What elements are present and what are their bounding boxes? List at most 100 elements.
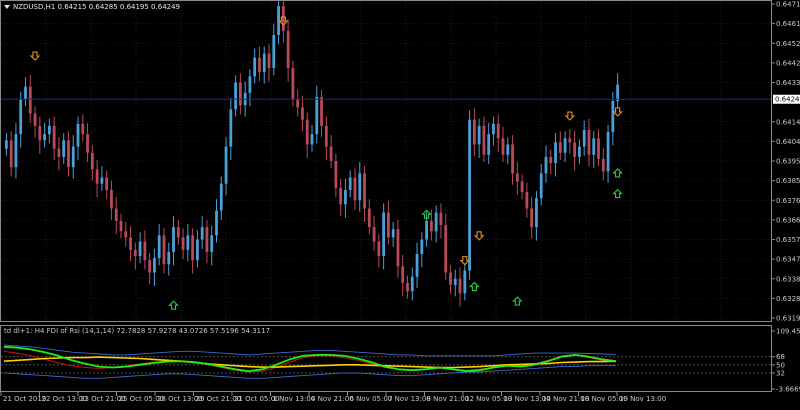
candle[interactable]: [143, 230, 147, 270]
candle[interactable]: [57, 137, 61, 171]
dropdown-triangle-icon[interactable]: [4, 5, 10, 9]
candle[interactable]: [396, 219, 400, 278]
candle[interactable]: [372, 215, 376, 251]
candle[interactable]: [71, 135, 75, 179]
candle[interactable]: [52, 116, 56, 160]
candle[interactable]: [520, 174, 524, 200]
candle[interactable]: [344, 178, 347, 218]
candle[interactable]: [296, 89, 300, 117]
candle[interactable]: [329, 135, 333, 169]
candle[interactable]: [81, 114, 85, 142]
candle[interactable]: [195, 230, 199, 268]
candle[interactable]: [535, 190, 538, 241]
candle[interactable]: [191, 228, 195, 274]
candle[interactable]: [215, 199, 218, 243]
candle[interactable]: [563, 131, 567, 163]
candle[interactable]: [492, 116, 495, 146]
candle[interactable]: [525, 182, 529, 218]
candle[interactable]: [76, 116, 80, 160]
candle[interactable]: [43, 122, 46, 148]
candle[interactable]: [24, 77, 27, 107]
candle[interactable]: [348, 170, 352, 198]
candle[interactable]: [425, 211, 429, 247]
candle[interactable]: [262, 46, 266, 84]
candle[interactable]: [234, 75, 237, 117]
candle[interactable]: [401, 254, 405, 297]
candle[interactable]: [320, 89, 323, 138]
candle[interactable]: [453, 269, 457, 297]
candle[interactable]: [573, 131, 577, 171]
candle[interactable]: [9, 131, 13, 177]
candle[interactable]: [458, 267, 462, 307]
candle[interactable]: [62, 133, 66, 165]
candle[interactable]: [582, 120, 586, 156]
candle[interactable]: [86, 122, 89, 163]
candle[interactable]: [415, 242, 419, 289]
candle[interactable]: [554, 133, 557, 177]
candle[interactable]: [286, 19, 290, 82]
candle[interactable]: [253, 48, 257, 84]
candle[interactable]: [601, 147, 605, 181]
candle[interactable]: [324, 116, 328, 160]
candle[interactable]: [496, 114, 500, 152]
candle[interactable]: [597, 128, 600, 167]
candle[interactable]: [281, 0, 285, 43]
candle[interactable]: [530, 197, 534, 239]
candle[interactable]: [38, 116, 42, 154]
candle[interactable]: [95, 159, 99, 198]
candle[interactable]: [391, 221, 395, 247]
candle[interactable]: [14, 122, 18, 179]
candle[interactable]: [406, 275, 409, 299]
candle[interactable]: [272, 23, 276, 76]
candle[interactable]: [382, 203, 386, 270]
candle[interactable]: [19, 91, 23, 148]
candle[interactable]: [606, 124, 610, 183]
candle[interactable]: [434, 205, 438, 243]
candle[interactable]: [114, 197, 118, 235]
candle[interactable]: [210, 226, 214, 266]
candle[interactable]: [515, 162, 519, 196]
candle[interactable]: [219, 176, 223, 220]
candle[interactable]: [105, 170, 109, 200]
candle[interactable]: [449, 265, 452, 295]
candle[interactable]: [611, 91, 615, 146]
candle[interactable]: [482, 116, 486, 163]
candle[interactable]: [138, 232, 142, 264]
candle[interactable]: [33, 106, 37, 138]
candle[interactable]: [200, 215, 204, 249]
candle[interactable]: [124, 221, 128, 247]
candle[interactable]: [339, 178, 343, 216]
candle[interactable]: [301, 95, 304, 132]
candle[interactable]: [363, 166, 366, 222]
candle[interactable]: [367, 199, 371, 235]
candle[interactable]: [176, 219, 180, 245]
candle[interactable]: [181, 228, 185, 260]
candle[interactable]: [501, 126, 505, 163]
candle[interactable]: [167, 242, 171, 276]
candle[interactable]: [205, 219, 209, 264]
candle[interactable]: [172, 215, 175, 266]
candle[interactable]: [468, 110, 471, 280]
candle[interactable]: [238, 73, 242, 115]
candle[interactable]: [444, 213, 448, 280]
candle[interactable]: [616, 73, 620, 109]
candle[interactable]: [277, 0, 280, 45]
candle[interactable]: [129, 226, 132, 262]
candle[interactable]: [487, 122, 491, 165]
candle[interactable]: [568, 128, 572, 154]
candle[interactable]: [224, 137, 228, 196]
candle[interactable]: [477, 118, 481, 158]
candle[interactable]: [578, 139, 581, 165]
candle[interactable]: [511, 135, 514, 185]
candle[interactable]: [310, 124, 314, 152]
price-candles[interactable]: [4, 0, 620, 307]
candle[interactable]: [100, 166, 104, 191]
candle[interactable]: [387, 201, 390, 245]
candle[interactable]: [148, 252, 152, 284]
candle[interactable]: [558, 131, 562, 160]
candle[interactable]: [258, 46, 261, 82]
candle[interactable]: [162, 228, 166, 274]
candle[interactable]: [539, 164, 543, 206]
candle[interactable]: [420, 232, 424, 268]
candle[interactable]: [463, 263, 467, 301]
